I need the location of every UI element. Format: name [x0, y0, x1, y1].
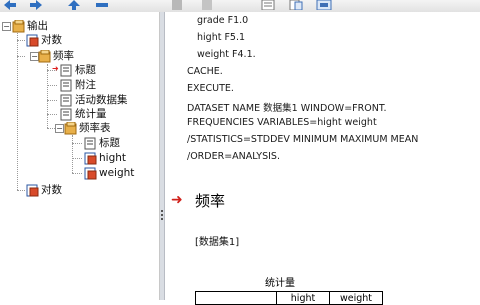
collapse-icon[interactable] [170, 0, 184, 10]
tree-item-hight[interactable]: hight [84, 151, 126, 165]
table-header-row: hight weight [195, 291, 383, 305]
collapse-output-toggle[interactable]: − [2, 22, 11, 31]
tree-item-label: hight [99, 151, 127, 164]
title-icon [84, 137, 96, 149]
tree-line [47, 64, 48, 128]
tree-line [17, 40, 25, 41]
tree-line [47, 100, 57, 101]
tree-item-active-dataset[interactable]: 活动数据集 [60, 93, 128, 107]
current-output-arrow-icon: ➜ [171, 192, 183, 208]
table-header-cell: hight [276, 291, 330, 305]
tree-line [47, 114, 57, 115]
tree-item-label: 标题 [75, 63, 96, 76]
tree-item-label: 对数 [41, 33, 62, 46]
tree-item-label: 频率表 [79, 121, 111, 134]
hide-icon[interactable] [288, 0, 304, 10]
splitter-grip [161, 210, 163, 212]
outline-pane: − − − 输出 对数 频率 ➜ 标题 附注 活动数据集 统计量 频率表 标题 … [0, 12, 160, 300]
syntax-line: grade F1.0 [197, 15, 249, 26]
statistics-table-title: 统计量 [265, 278, 295, 289]
tree-item-log[interactable]: 对数 [26, 183, 62, 197]
dataset-label: [数据集1] [195, 237, 240, 248]
tree-item-statistics[interactable]: 统计量 [60, 107, 107, 121]
tree-item-freq-table[interactable]: 频率表 [64, 121, 111, 135]
syntax-line: FREQUENCIES VARIABLES=hight weight [187, 117, 377, 128]
tree-item-label: 活动数据集 [75, 93, 128, 106]
tree-line [17, 190, 25, 191]
output-book-icon [12, 19, 25, 32]
log-icon [26, 34, 39, 46]
tree-item-label: 对数 [41, 183, 62, 196]
statistics-icon [60, 108, 72, 120]
tree-line [72, 173, 82, 174]
table-header-cell [195, 291, 277, 305]
syntax-line: /ORDER=ANALYSIS. [187, 151, 280, 162]
collapse-freq-table-toggle[interactable]: − [55, 124, 64, 133]
syntax-line: EXECUTE. [187, 83, 234, 94]
syntax-line: DATASET NAME 数据集1 WINDOW=FRONT. [187, 103, 387, 114]
demote-icon[interactable] [94, 0, 110, 10]
table-icon [84, 167, 97, 179]
splitter-grip [161, 218, 163, 220]
tree-item-weight[interactable]: weight [84, 166, 134, 180]
frequencies-book-icon [38, 49, 51, 62]
promote-icon[interactable] [66, 0, 82, 10]
tree-item-label: 附注 [75, 78, 96, 91]
tree-item-output[interactable]: 输出 [12, 19, 48, 33]
designated-window-icon[interactable] [316, 0, 332, 10]
tree-line [72, 143, 82, 144]
tree-line [17, 26, 18, 190]
syntax-line: hight F5.1 [197, 32, 246, 43]
tree-item-notes[interactable]: 附注 [60, 78, 96, 92]
tree-item-label: 频率 [53, 49, 74, 62]
tree-item-label: weight [99, 166, 135, 179]
table-icon [84, 152, 97, 164]
back-arrow-icon[interactable] [2, 0, 18, 10]
notes-icon [60, 79, 72, 91]
title-icon [60, 64, 72, 76]
tree-item-label: 标题 [99, 136, 120, 149]
statistics-table: hight weight [195, 291, 383, 305]
tree-line [47, 85, 57, 86]
forward-arrow-icon[interactable] [28, 0, 44, 10]
tree-item-frequencies[interactable]: 频率 [38, 49, 74, 63]
tree-line [17, 56, 25, 57]
output-content-pane: grade F1.0 hight F5.1 weight F4.1. CACHE… [165, 12, 480, 305]
active-dataset-icon [60, 94, 72, 106]
current-item-arrow-icon: ➜ [52, 64, 59, 73]
splitter-grip [161, 214, 163, 216]
syntax-line: weight F4.1. [197, 49, 256, 60]
tree-item-title[interactable]: 标题 [60, 63, 96, 77]
tree-item-log[interactable]: 对数 [26, 33, 62, 47]
syntax-line: /STATISTICS=STDDEV MINIMUM MAXIMUM MEAN [187, 134, 419, 145]
expand-icon[interactable] [200, 0, 214, 10]
log-icon [26, 184, 39, 196]
tree-item-label: 输出 [27, 19, 48, 32]
tree-item-label: 统计量 [75, 107, 107, 120]
show-icon[interactable] [260, 0, 276, 10]
freq-table-book-icon [64, 121, 77, 134]
syntax-line: CACHE. [187, 66, 223, 77]
tree-line [72, 158, 82, 159]
tree-item-freq-table-title[interactable]: 标题 [84, 136, 120, 150]
table-header-cell: weight [329, 291, 383, 305]
output-heading: 频率 [195, 192, 226, 210]
tree-line [72, 135, 73, 173]
